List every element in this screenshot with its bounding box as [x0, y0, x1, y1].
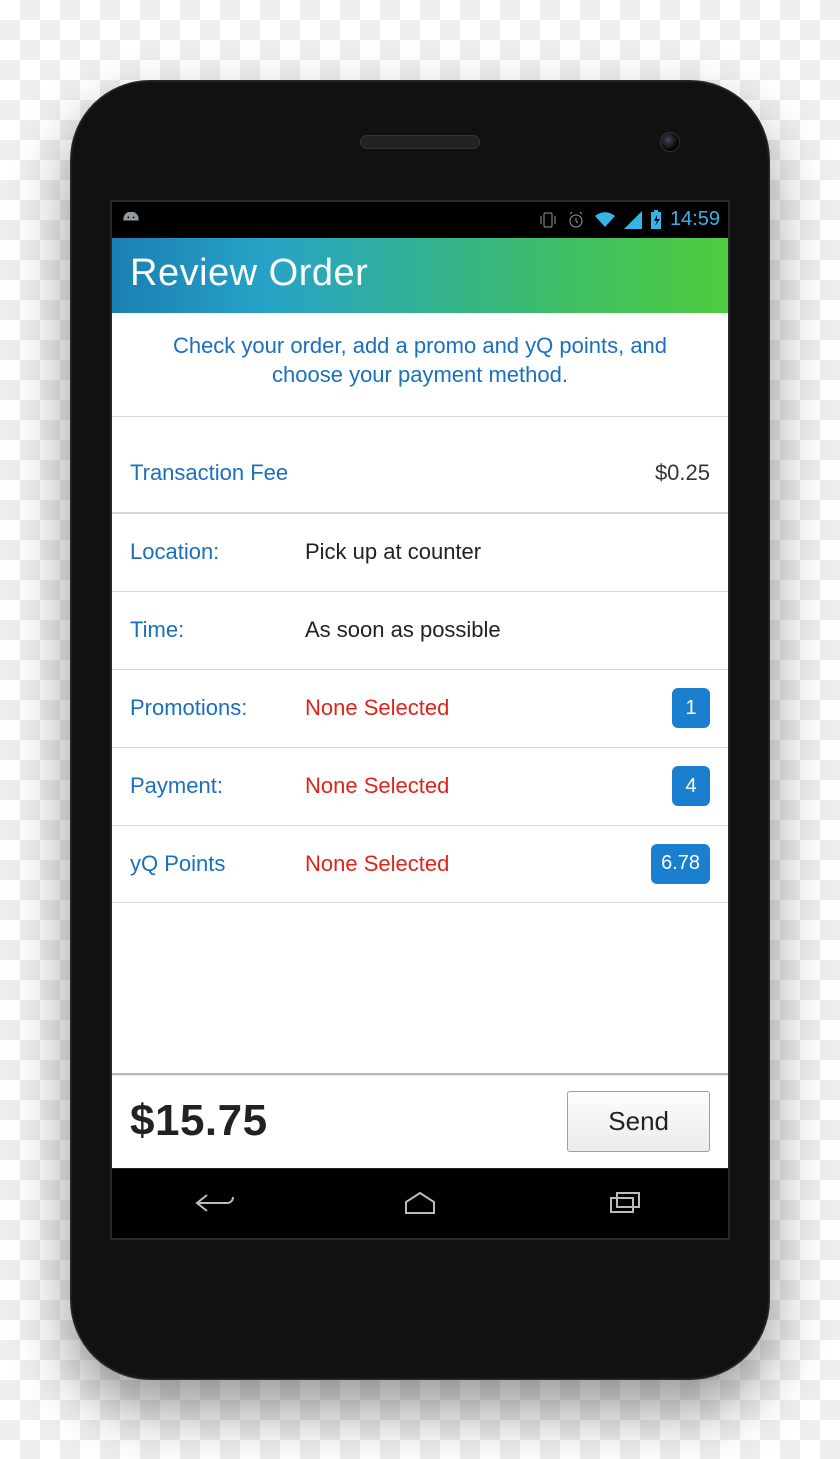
row-promotions[interactable]: Promotions: None Selected 1	[112, 669, 728, 747]
row-transaction-fee: Transaction Fee $0.25	[112, 435, 728, 513]
promotions-value: None Selected	[305, 695, 672, 721]
wifi-icon	[594, 211, 616, 229]
promotions-label: Promotions:	[130, 695, 305, 721]
page-title: Review Order	[130, 252, 710, 295]
location-label: Location:	[130, 539, 305, 565]
points-badge[interactable]: 6.78	[651, 844, 710, 884]
phone-speaker	[360, 135, 480, 149]
payment-label: Payment:	[130, 773, 305, 799]
status-bar: 14:59	[112, 202, 728, 238]
payment-badge[interactable]: 4	[672, 766, 710, 806]
title-bar: Review Order	[112, 238, 728, 313]
recents-button[interactable]	[590, 1183, 660, 1223]
row-time[interactable]: Time: As soon as possible	[112, 591, 728, 669]
time-label: Time:	[130, 617, 305, 643]
battery-charging-icon	[650, 210, 662, 230]
footer-bar: $15.75 Send	[112, 1073, 728, 1168]
screen: 14:59 Review Order Check your order, add…	[110, 200, 730, 1240]
back-button[interactable]	[180, 1183, 250, 1223]
promotions-badge[interactable]: 1	[672, 688, 710, 728]
row-payment[interactable]: Payment: None Selected 4	[112, 747, 728, 825]
android-icon	[120, 212, 142, 228]
home-button[interactable]	[385, 1183, 455, 1223]
row-yq-points[interactable]: yQ Points None Selected 6.78	[112, 825, 728, 903]
phone-camera	[660, 132, 680, 152]
signal-icon	[624, 211, 642, 229]
status-time: 14:59	[670, 208, 720, 231]
fee-label: Transaction Fee	[130, 460, 655, 486]
send-button[interactable]: Send	[567, 1091, 710, 1152]
points-label: yQ Points	[130, 851, 305, 877]
payment-value: None Selected	[305, 773, 672, 799]
points-value: None Selected	[305, 851, 651, 877]
row-location[interactable]: Location: Pick up at counter	[112, 513, 728, 591]
vibrate-icon	[538, 210, 558, 230]
order-total: $15.75	[130, 1096, 268, 1146]
phone-frame: 14:59 Review Order Check your order, add…	[70, 80, 770, 1380]
time-value: As soon as possible	[305, 617, 710, 643]
location-value: Pick up at counter	[305, 539, 710, 565]
instructions-text: Check your order, add a promo and yQ poi…	[112, 313, 728, 417]
system-nav-bar	[112, 1168, 728, 1238]
alarm-icon	[566, 210, 586, 230]
fee-value: $0.25	[655, 460, 710, 486]
app-body: Check your order, add a promo and yQ poi…	[112, 313, 728, 1168]
